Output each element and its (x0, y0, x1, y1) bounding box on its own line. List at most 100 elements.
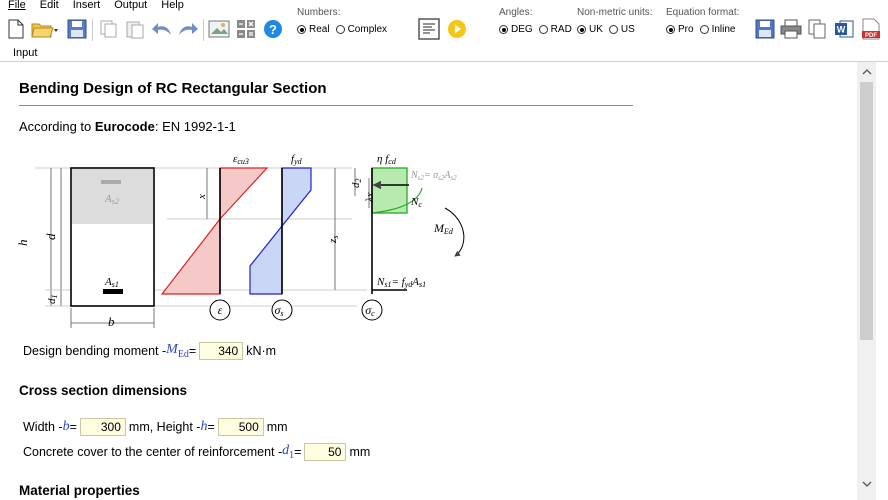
paste-icon[interactable] (124, 17, 146, 41)
copy-icon[interactable] (98, 17, 120, 41)
redo-icon[interactable] (177, 17, 199, 41)
svg-text:ε: ε (218, 303, 223, 317)
save-as-icon[interactable] (754, 17, 776, 41)
section-diagram: As2 As1 h d d1 b εcu3 x ε fyd σs zs η fc… (17, 153, 465, 328)
svg-text:x: x (196, 194, 208, 200)
grid-icon[interactable] (235, 17, 257, 41)
menu-bar: File Edit Insert Output Help (0, 0, 190, 13)
moment-input[interactable]: 340 (199, 342, 244, 360)
word-export-icon[interactable]: W (833, 17, 855, 41)
open-folder-icon[interactable] (30, 17, 60, 41)
new-file-icon[interactable] (5, 17, 27, 41)
angles-rad-label[interactable]: RAD (551, 24, 572, 35)
svg-text:d2: d2 (350, 179, 363, 189)
tab-input[interactable]: Input (13, 47, 37, 59)
svg-text:λx: λx (364, 192, 376, 203)
svg-text:?: ? (269, 22, 277, 37)
moment-eq: = (188, 344, 197, 358)
vertical-scrollbar[interactable] (857, 62, 876, 500)
angles-deg-label[interactable]: DEG (511, 24, 533, 35)
svg-text:d1: d1 (46, 295, 59, 305)
height-eq: = (207, 420, 215, 434)
page-title: Bending Design of RC Rectangular Section (19, 80, 327, 97)
svg-text:εcu3: εcu3 (233, 153, 249, 166)
help-icon[interactable]: ? (262, 17, 284, 41)
svg-text:zs: zs (327, 236, 340, 244)
menu-edit[interactable]: Edit (40, 0, 59, 13)
equation-inline-label[interactable]: Inline (712, 24, 736, 35)
calculate-report-icon[interactable] (418, 17, 440, 41)
equation-pro-radio[interactable] (666, 25, 675, 34)
print-icon[interactable] (780, 17, 802, 41)
moment-label: Design bending moment - (23, 344, 167, 358)
save-icon[interactable] (66, 17, 88, 41)
copy-output-icon[interactable] (806, 17, 828, 41)
scroll-thumb[interactable] (860, 82, 873, 340)
moment-var: MEd (166, 342, 189, 360)
width-input[interactable]: 300 (79, 418, 126, 436)
menu-help[interactable]: Help (161, 0, 184, 13)
moment-unit: kN·m (246, 344, 277, 358)
svg-text:PDF: PDF (865, 33, 877, 39)
angles-title: Angles: (499, 7, 533, 18)
svg-text:η fcd: η fcd (377, 153, 397, 166)
units-us-label[interactable]: US (621, 24, 635, 35)
numbers-complex-radio[interactable] (335, 25, 345, 34)
cover-eq: = (294, 445, 302, 459)
svg-text:fyd: fyd (291, 153, 303, 166)
according-code: Eurocode (94, 119, 155, 134)
menu-output[interactable]: Output (114, 0, 147, 13)
title-divider (19, 105, 633, 106)
angles-deg-radio[interactable] (499, 25, 508, 34)
bottom-rebar (103, 289, 123, 294)
menu-insert[interactable]: Insert (73, 0, 101, 13)
cover-row: Concrete cover to the center of reinforc… (23, 443, 370, 461)
height-input[interactable]: 500 (217, 418, 264, 436)
document-area: Bending Design of RC Rectangular Section… (0, 62, 857, 500)
svg-text:MEd: MEd (433, 221, 454, 236)
units-uk-radio[interactable] (577, 25, 586, 34)
according-line: According to Eurocode: EN 1992-1-1 (19, 119, 236, 134)
insert-image-icon[interactable] (208, 17, 230, 41)
svg-text:d: d (43, 233, 58, 240)
units-uk-label[interactable]: UK (589, 24, 603, 35)
cover-input[interactable]: 50 (304, 443, 347, 461)
height-var: h (200, 419, 208, 434)
cross-section-heading: Cross section dimensions (19, 383, 188, 398)
height-unit: mm (266, 420, 288, 434)
equation-inline-radio[interactable] (699, 25, 709, 34)
numbers-title: Numbers: (297, 7, 341, 18)
moment-row: Design bending moment - MEd = 340 kN·m (23, 342, 276, 360)
toolbar: ? Numbers: Real Complex Angles: DEG RAD … (0, 7, 888, 46)
svg-text:W: W (837, 25, 846, 35)
scroll-up-icon[interactable] (857, 64, 876, 80)
tab-strip: Input (0, 46, 888, 62)
dimensions-row: Width - b = 300 mm, Height - h = 500 mm (23, 418, 288, 436)
numbers-real-label[interactable]: Real (309, 24, 330, 35)
numbers-real-radio[interactable] (297, 25, 306, 34)
svg-text:Ns2= σs2As2: Ns2= σs2As2 (410, 170, 457, 182)
according-suffix: : EN 1992-1-1 (154, 119, 236, 134)
according-prefix: According to (19, 119, 95, 134)
undo-icon[interactable] (151, 17, 173, 41)
angles-rad-radio[interactable] (538, 25, 548, 34)
svg-text:Ns1= fydAs1: Ns1= fydAs1 (376, 276, 426, 289)
svg-text:Nc: Nc (410, 196, 422, 209)
top-rebar (101, 180, 121, 184)
svg-text:h: h (17, 240, 30, 247)
scroll-down-icon[interactable] (857, 476, 876, 492)
svg-text:b: b (108, 314, 115, 328)
width-var: b (62, 419, 70, 434)
pdf-export-icon[interactable]: PDF (860, 17, 882, 41)
width-label: Width - (23, 420, 63, 434)
cover-label: Concrete cover to the center of reinforc… (23, 445, 283, 459)
numbers-complex-label[interactable]: Complex (348, 24, 387, 35)
width-eq: = (69, 420, 77, 434)
menu-file[interactable]: File (8, 0, 26, 13)
play-icon[interactable] (446, 17, 468, 41)
cover-unit: mm (349, 445, 371, 459)
units-us-radio[interactable] (608, 25, 618, 34)
width-unit: mm, Height - (128, 420, 201, 434)
equation-pro-label[interactable]: Pro (678, 24, 694, 35)
equation-title: Equation format: (666, 7, 740, 18)
